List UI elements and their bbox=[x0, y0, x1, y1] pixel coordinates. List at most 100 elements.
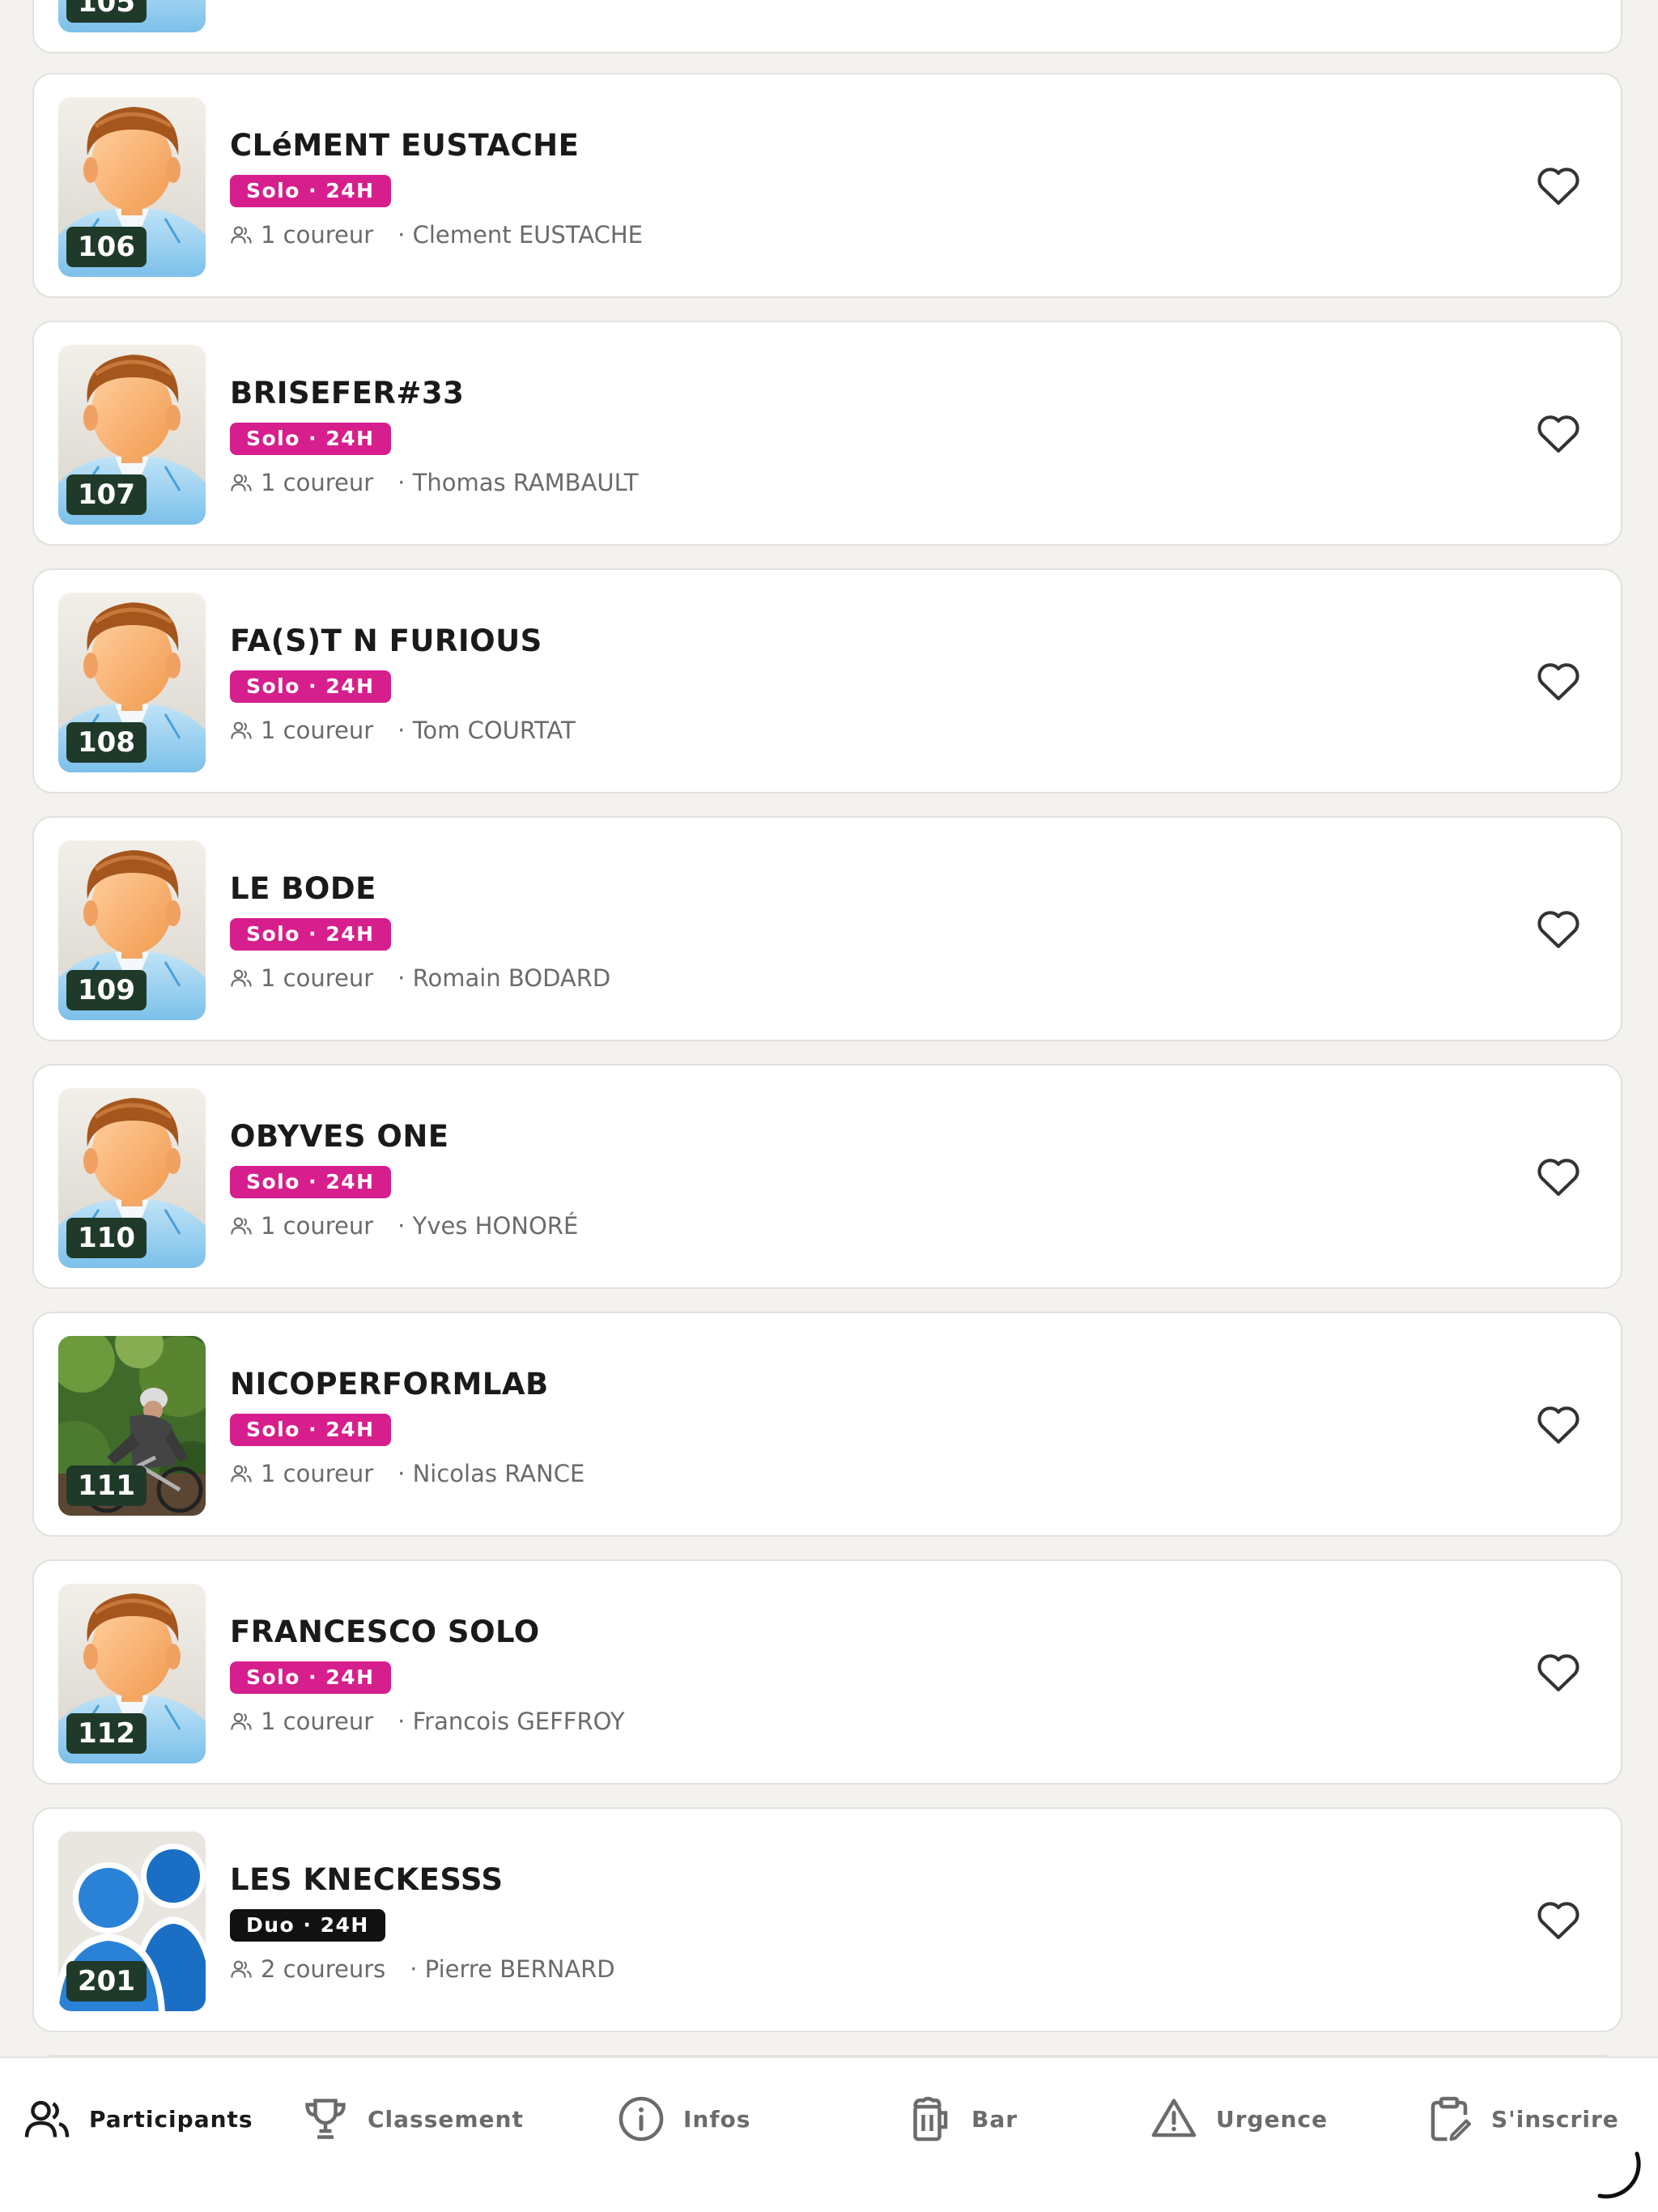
riders-names: · Nicolas RANCE bbox=[397, 1460, 585, 1487]
tab-label: Infos bbox=[683, 2105, 751, 2133]
participant-avatar: 105 bbox=[58, 0, 206, 32]
category-badge: Solo · 24H bbox=[230, 918, 391, 951]
participant-avatar: 111 bbox=[58, 1336, 206, 1516]
bib-number: 111 bbox=[66, 1465, 147, 1506]
bib-number: 112 bbox=[66, 1713, 147, 1754]
riders-count: 1 coureur bbox=[261, 469, 374, 496]
info-icon bbox=[617, 2095, 665, 2143]
favorite-heart-icon[interactable] bbox=[1535, 905, 1582, 951]
riders-count: 1 coureur bbox=[261, 717, 374, 744]
favorite-heart-icon[interactable] bbox=[1535, 1896, 1582, 1942]
people-icon bbox=[230, 1958, 261, 1980]
favorite-heart-icon[interactable] bbox=[1535, 1401, 1582, 1446]
tab-infos[interactable]: Infos bbox=[617, 2058, 750, 2180]
favorite-heart-icon[interactable] bbox=[1535, 1648, 1582, 1694]
bib-number: 106 bbox=[66, 227, 147, 267]
riders-info: 1 coureur · Romain BODARD bbox=[230, 962, 610, 994]
riders-info: 1 coureur · Francois GEFFROY bbox=[230, 1705, 625, 1738]
participant-card[interactable]: 110 OBYVES ONE Solo · 24H 1 coureur · Yves H… bbox=[32, 1064, 1622, 1289]
users-icon bbox=[23, 2095, 71, 2143]
team-name: BRISEFER#33 bbox=[230, 376, 465, 410]
participant-avatar: 106 bbox=[58, 97, 206, 277]
team-name: FRANCESCO SOLO bbox=[230, 1614, 540, 1649]
tab-sinscrire[interactable]: S'inscrire bbox=[1425, 2058, 1619, 2180]
bib-number: 105 bbox=[66, 0, 147, 23]
category-badge: Solo · 24H bbox=[230, 175, 391, 207]
participant-avatar: 107 bbox=[58, 345, 206, 525]
tab-label: Urgence bbox=[1216, 2105, 1329, 2133]
team-name: OBYVES ONE bbox=[230, 1119, 449, 1154]
tab-label: Participants bbox=[89, 2105, 253, 2133]
riders-count: 1 coureur bbox=[261, 1460, 374, 1487]
category-badge: Solo · 24H bbox=[230, 1414, 391, 1446]
tab-classement[interactable]: Classement bbox=[301, 2058, 524, 2180]
participant-card[interactable]: 111 NICOPERFORMLAB Solo · 24H 1 coureur · Ni… bbox=[32, 1312, 1622, 1537]
participant-card[interactable]: 201 LES KNECKESSS Duo · 24H 2 coureurs · Pie… bbox=[32, 1807, 1622, 2032]
team-name: LE BODE bbox=[230, 871, 376, 906]
app-screen: 105 106 CLéMENT EUSTACHE Solo · 24H 1 coureu… bbox=[0, 0, 1658, 2212]
participant-avatar: 201 bbox=[58, 1831, 206, 2011]
bottom-tab-bar: Participants Classement Infos Bar Urgence S'i… bbox=[0, 2057, 1658, 2212]
participant-avatar: 112 bbox=[58, 1584, 206, 1763]
tab-bar[interactable]: Bar bbox=[905, 2058, 1018, 2180]
riders-count: 1 coureur bbox=[261, 221, 374, 249]
participant-card[interactable]: 107 BRISEFER#33 Solo · 24H 1 coureur · Thoma… bbox=[32, 321, 1622, 546]
tab-label: Bar bbox=[971, 2105, 1018, 2133]
participant-avatar: 110 bbox=[58, 1088, 206, 1268]
team-name: CLéMENT EUSTACHE bbox=[230, 128, 580, 163]
favorite-heart-icon[interactable] bbox=[1535, 410, 1582, 455]
participant-card[interactable]: 109 LE BODE Solo · 24H 1 coureur · Romain BO… bbox=[32, 816, 1622, 1041]
riders-info: 1 coureur · Thomas RAMBAULT bbox=[230, 466, 638, 499]
beer-icon bbox=[905, 2095, 954, 2143]
riders-info: 1 coureur · Clement EUSTACHE bbox=[230, 219, 643, 251]
riders-count: 1 coureur bbox=[261, 1708, 374, 1735]
people-icon bbox=[230, 1710, 261, 1733]
riders-count: 1 coureur bbox=[261, 1212, 374, 1240]
favorite-heart-icon[interactable] bbox=[1535, 657, 1582, 703]
riders-info: 1 coureur · Nicolas RANCE bbox=[230, 1457, 585, 1490]
people-icon bbox=[230, 1214, 261, 1237]
team-name: LES KNECKESSS bbox=[230, 1862, 504, 1897]
riders-count: 2 coureurs bbox=[261, 1955, 386, 1983]
riders-names: · Clement EUSTACHE bbox=[397, 221, 643, 249]
participants-list[interactable]: 105 106 CLéMENT EUSTACHE Solo · 24H 1 coureu… bbox=[0, 0, 1658, 2057]
tab-participants[interactable]: Participants bbox=[23, 2058, 253, 2180]
tab-label: Classement bbox=[368, 2105, 524, 2133]
people-icon bbox=[230, 1462, 261, 1485]
riders-names: · Pierre BERNARD bbox=[410, 1955, 615, 1983]
participant-card[interactable]: 108 FA(S)T N FURIOUS Solo · 24H 1 coureur · … bbox=[32, 568, 1622, 793]
people-icon bbox=[230, 719, 261, 742]
riders-names: · Yves HONORÉ bbox=[397, 1212, 579, 1240]
riders-names: · Thomas RAMBAULT bbox=[397, 469, 639, 496]
people-icon bbox=[230, 471, 261, 494]
participant-avatar: 108 bbox=[58, 593, 206, 772]
people-icon bbox=[230, 223, 261, 246]
riders-count: 1 coureur bbox=[261, 964, 374, 992]
riders-names: · Tom COURTAT bbox=[397, 717, 576, 744]
riders-names: · Romain BODARD bbox=[397, 964, 611, 992]
riders-info: 2 coureurs · Pierre BERNARD bbox=[230, 1953, 615, 1985]
riders-info: 1 coureur · Yves HONORÉ bbox=[230, 1210, 578, 1242]
category-badge: Duo · 24H bbox=[230, 1909, 385, 1942]
riders-info: 1 coureur · Tom COURTAT bbox=[230, 714, 576, 747]
favorite-heart-icon[interactable] bbox=[1535, 1153, 1582, 1198]
bib-number: 109 bbox=[66, 970, 147, 1010]
participant-avatar: 109 bbox=[58, 840, 206, 1020]
riders-names: · Francois GEFFROY bbox=[397, 1708, 625, 1735]
bib-number: 110 bbox=[66, 1218, 147, 1258]
tab-urgence[interactable]: Urgence bbox=[1150, 2058, 1328, 2180]
favorite-heart-icon[interactable] bbox=[1535, 162, 1582, 207]
warning-icon bbox=[1150, 2095, 1198, 2143]
participant-card[interactable]: 105 bbox=[32, 0, 1622, 53]
bib-number: 201 bbox=[66, 1961, 147, 2001]
category-badge: Solo · 24H bbox=[230, 670, 391, 703]
trophy-icon bbox=[301, 2095, 350, 2143]
participant-card[interactable]: 106 CLéMENT EUSTACHE Solo · 24H 1 coureur · … bbox=[32, 73, 1622, 298]
tab-label: S'inscrire bbox=[1491, 2105, 1619, 2133]
category-badge: Solo · 24H bbox=[230, 1166, 391, 1198]
loading-spinner-icon bbox=[1597, 2151, 1641, 2199]
participant-card[interactable]: 112 FRANCESCO SOLO Solo · 24H 1 coureur · Fr… bbox=[32, 1559, 1622, 1784]
team-name: FA(S)T N FURIOUS bbox=[230, 623, 542, 658]
people-icon bbox=[230, 967, 261, 989]
clipboard-edit-icon bbox=[1425, 2095, 1473, 2143]
